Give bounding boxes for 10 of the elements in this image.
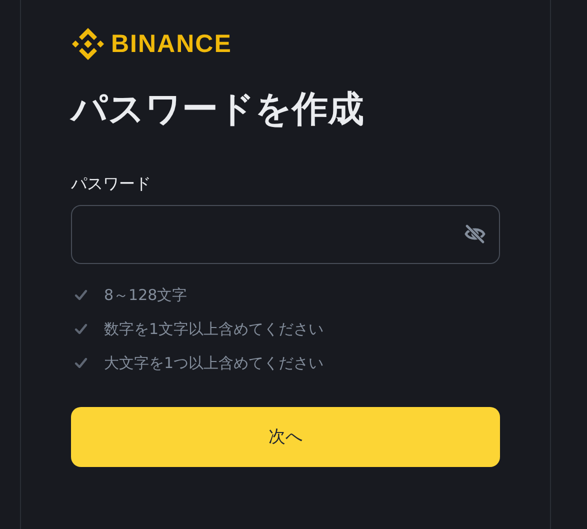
- next-button[interactable]: 次へ: [71, 406, 500, 467]
- page-title: パスワードを作成: [71, 88, 364, 132]
- password-rule: 数字を1文字以上含めてください: [104, 318, 324, 340]
- brand-name: BINANCE: [111, 30, 232, 58]
- password-rule: 大文字を1つ以上含めてください: [104, 352, 324, 374]
- field-label: パスワード: [71, 174, 151, 195]
- diamond-logo-icon: [71, 27, 105, 61]
- eye-slash-icon[interactable]: [463, 222, 487, 246]
- password-field[interactable]: [71, 204, 500, 264]
- password-rule: 8～128文字: [104, 284, 188, 306]
